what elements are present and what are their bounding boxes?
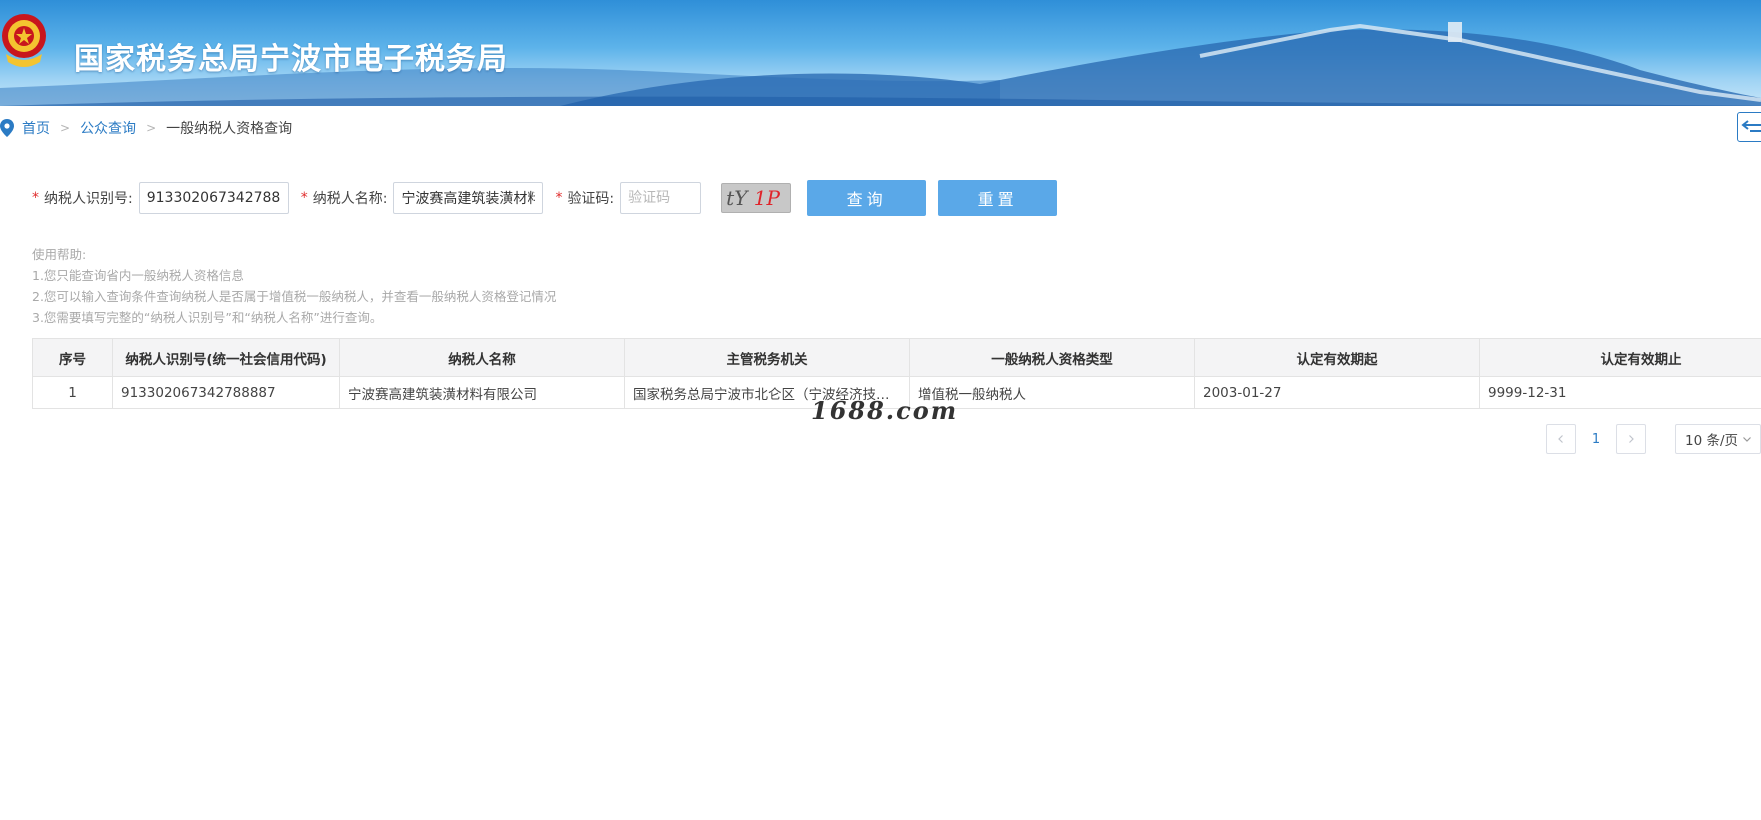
cell-valid-from: 2003-01-27 bbox=[1194, 376, 1480, 409]
help-line: 3.您需要填写完整的“纳税人识别号”和“纳税人名称”进行查询。 bbox=[32, 310, 383, 325]
taxpayer-name-input[interactable] bbox=[393, 182, 544, 214]
query-form: * 纳税人识别号: * 纳税人名称: * 验证码: tY 1P 查询 重置 bbox=[32, 180, 1058, 216]
watermark: 1688.com bbox=[811, 396, 959, 425]
breadcrumb-home-link[interactable]: 首页 bbox=[22, 118, 50, 138]
next-page-button[interactable] bbox=[1616, 424, 1646, 454]
taxpayer-id-input[interactable] bbox=[138, 182, 289, 214]
usage-help: 使用帮助: 1.您只能查询省内一般纳税人资格信息 2.您可以输入查询条件查询纳税… bbox=[32, 244, 556, 328]
taxpayer-id-label: 纳税人识别号: bbox=[44, 191, 133, 207]
column-header-tax-authority: 主管税务机关 bbox=[624, 338, 910, 377]
breadcrumb-separator: > bbox=[60, 121, 71, 135]
help-line: 2.您可以输入查询条件查询纳税人是否属于增值税一般纳税人，并查看一般纳税人资格登… bbox=[32, 289, 557, 304]
column-header-taxpayer-name: 纳税人名称 bbox=[339, 338, 625, 377]
page-size-select[interactable]: 10 条/页 bbox=[1675, 424, 1761, 454]
help-title: 使用帮助: bbox=[32, 247, 87, 262]
chevron-down-icon bbox=[1743, 437, 1751, 442]
table-header-row: 序号 纳税人识别号(统一社会信用代码) 纳税人名称 主管税务机关 一般纳税人资格… bbox=[32, 338, 1761, 377]
captcha-input[interactable] bbox=[620, 182, 702, 214]
reset-button[interactable]: 重置 bbox=[938, 180, 1058, 216]
breadcrumb-separator: > bbox=[146, 121, 157, 135]
required-mark: * bbox=[32, 190, 39, 206]
column-header-valid-to: 认定有效期止 bbox=[1479, 338, 1761, 377]
cell-taxpayer-name: 宁波赛高建筑装潢材料有限公司 bbox=[339, 376, 625, 409]
help-line: 1.您只能查询省内一般纳税人资格信息 bbox=[32, 268, 244, 283]
captcha-text-dark: tY bbox=[726, 186, 748, 210]
column-header-index: 序号 bbox=[32, 338, 113, 377]
breadcrumb-current: 一般纳税人资格查询 bbox=[166, 121, 293, 137]
page-number-current[interactable]: 1 bbox=[1576, 432, 1616, 447]
cell-index: 1 bbox=[32, 376, 113, 409]
taxpayer-name-label: 纳税人名称: bbox=[312, 191, 388, 207]
chevron-right-icon bbox=[1629, 435, 1634, 443]
cell-taxpayer-id: 913302067342788887 bbox=[112, 376, 340, 409]
page-size-value: 10 条/页 bbox=[1685, 433, 1739, 449]
column-header-qualification-type: 一般纳税人资格类型 bbox=[909, 338, 1195, 377]
column-header-taxpayer-id: 纳税人识别号(统一社会信用代码) bbox=[112, 338, 340, 377]
captcha-image[interactable]: tY 1P bbox=[721, 183, 792, 213]
breadcrumb: 首页 > 公众查询 > 一般纳税人资格查询 bbox=[0, 118, 292, 138]
captcha-label: 验证码: bbox=[567, 191, 615, 207]
location-pin-icon bbox=[0, 119, 14, 137]
captcha-text-red: 1P bbox=[753, 186, 780, 210]
site-title: 国家税务总局宁波市电子税务局 bbox=[74, 42, 508, 77]
prev-page-button[interactable] bbox=[1546, 424, 1576, 454]
breadcrumb-public-query-link[interactable]: 公众查询 bbox=[80, 118, 136, 138]
required-mark: * bbox=[555, 190, 563, 206]
collapse-icon bbox=[1741, 120, 1761, 132]
chevron-left-icon bbox=[1558, 435, 1563, 443]
tax-emblem-icon bbox=[2, 14, 46, 67]
sidebar-toggle-button[interactable] bbox=[1737, 112, 1761, 142]
pagination: 1 10 条/页 bbox=[1546, 424, 1761, 454]
cell-valid-to: 9999-12-31 bbox=[1479, 376, 1761, 409]
query-button[interactable]: 查询 bbox=[807, 180, 927, 216]
column-header-valid-from: 认定有效期起 bbox=[1194, 338, 1480, 377]
header-banner: 国家税务总局宁波市电子税务局 bbox=[0, 0, 1761, 106]
required-mark: * bbox=[300, 190, 308, 206]
